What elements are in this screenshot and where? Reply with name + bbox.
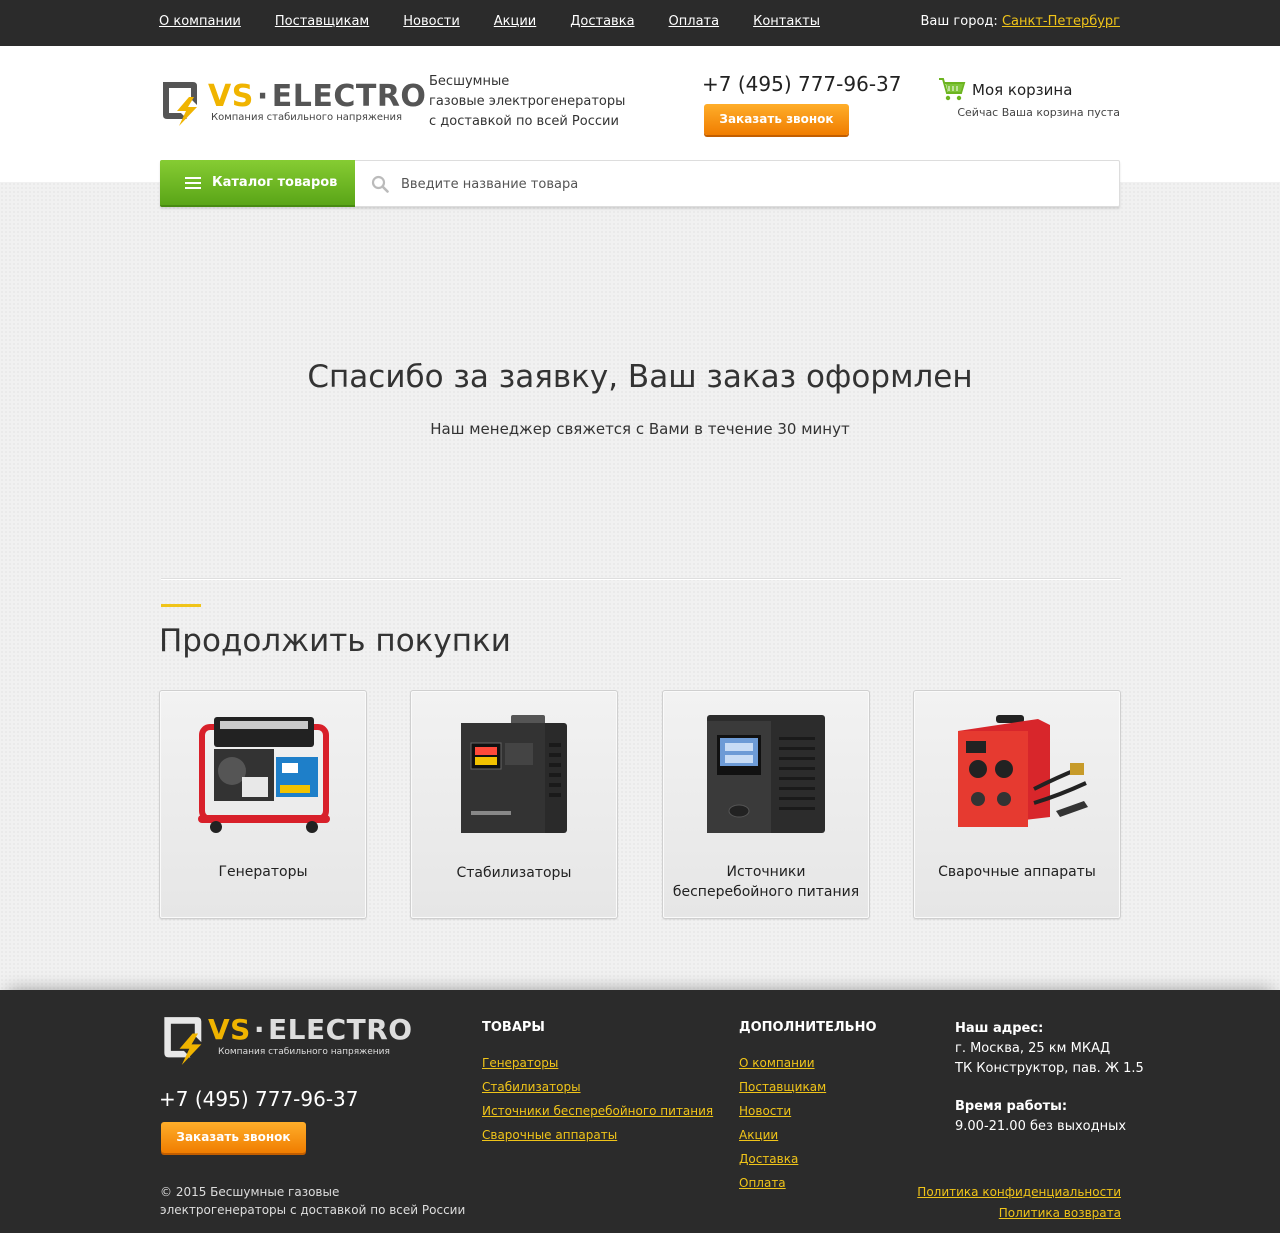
ups-icon (707, 715, 825, 833)
catalog-button-label: Каталог товаров (212, 175, 338, 190)
city-link[interactable]: Санкт-Петербург (1002, 14, 1120, 29)
callback-button[interactable]: Заказать звонок (704, 104, 849, 135)
category-card-label: Источники бесперебойного питания (672, 864, 860, 900)
footer-link-welding[interactable]: Сварочные аппараты (482, 1123, 713, 1147)
category-card-label: Сварочные аппараты (938, 864, 1096, 880)
category-card-label: Стабилизаторы (456, 865, 572, 881)
address-line: ТК Конструктор, пав. Ж 1.5 (955, 1061, 1144, 1076)
logo-mark-icon (163, 82, 197, 126)
search-bar: Каталог товаров (160, 160, 1120, 207)
hours-value: 9.00-21.00 без выходных (955, 1119, 1127, 1134)
welding-machine-icon (958, 715, 1088, 827)
top-navigation: О компании Поставщикам Новости Акции Дос… (159, 14, 854, 32)
continue-shopping-title: Продолжить покупки (159, 623, 511, 659)
cart-title[interactable]: Моя корзина (972, 80, 1072, 100)
stabilizer-icon (461, 715, 567, 833)
category-card-stabilizers[interactable]: Стабилизаторы (410, 690, 618, 919)
address-label: Наш адрес: (955, 1021, 1044, 1036)
cart-status: Сейчас Ваша корзина пуста (957, 106, 1120, 119)
nav-link-promotions[interactable]: Акции (494, 14, 537, 32)
city-selector: Ваш город: Санкт-Петербург (921, 14, 1120, 30)
footer-link-news[interactable]: Новости (739, 1099, 826, 1123)
cart-icon[interactable] (938, 76, 966, 102)
header-phone[interactable]: +7 (495) 777-96-37 (702, 71, 901, 97)
footer-link-promotions[interactable]: Акции (739, 1123, 826, 1147)
copyright: © 2015 Бесшумные газовые электрогенерато… (160, 1185, 466, 1217)
header-tagline: Бесшумные газовые электрогенераторы с до… (429, 74, 626, 129)
confirmation-title: Спасибо за заявку, Ваш заказ оформлен (307, 359, 973, 395)
generator-icon (198, 717, 330, 833)
logo-tagline: Компания стабильного напряжения (211, 112, 403, 123)
section-accent-line (161, 604, 201, 607)
footer-callback-button[interactable]: Заказать звонок (161, 1122, 306, 1153)
footer-link-ups[interactable]: Источники бесперебойного питания (482, 1099, 713, 1123)
category-card-label: Генераторы (218, 864, 308, 880)
footer-link-generators[interactable]: Генераторы (482, 1051, 713, 1075)
footer-logo-tagline: Компания стабильного напряжения (218, 1047, 390, 1057)
section-divider (161, 578, 1121, 580)
hours-label: Время работы: (955, 1099, 1068, 1114)
footer-link-payment[interactable]: Оплата (739, 1171, 826, 1195)
nav-link-payment[interactable]: Оплата (669, 14, 720, 32)
return-policy-link[interactable]: Политика возврата (917, 1203, 1121, 1224)
footer-link-stabilizers[interactable]: Стабилизаторы (482, 1075, 713, 1099)
footer-logo-wordmark: VS · ELECTRO (208, 1013, 413, 1046)
footer-extra-title: ДОПОЛНИТЕЛЬНО (739, 1020, 877, 1035)
footer-policies: Политика конфиденциальности Политика воз… (917, 1182, 1121, 1224)
nav-link-contacts[interactable]: Контакты (753, 14, 820, 32)
search-input[interactable] (401, 169, 1101, 199)
footer-goods-links: Генераторы Стабилизаторы Источники беспе… (482, 1051, 713, 1147)
confirmation-subtitle: Наш менеджер свяжется с Вами в течение 3… (430, 420, 850, 438)
search-icon (371, 175, 389, 193)
logo-mark-icon (164, 1017, 202, 1065)
footer-extra-links: О компании Поставщикам Новости Акции Дос… (739, 1051, 826, 1195)
category-card-welding[interactable]: Сварочные аппараты (913, 690, 1121, 919)
catalog-button[interactable]: Каталог товаров (160, 160, 355, 207)
city-label: Ваш город: (920, 14, 998, 29)
footer-goods-title: ТОВАРЫ (482, 1020, 545, 1035)
logo-wordmark: VS · ELECTRO (208, 79, 427, 114)
footer-link-about[interactable]: О компании (739, 1051, 826, 1075)
footer-link-suppliers[interactable]: Поставщикам (739, 1075, 826, 1099)
footer: VS · ELECTRO Компания стабильного напряжен… (0, 990, 1280, 1233)
address-line: г. Москва, 25 км МКАД (955, 1041, 1111, 1056)
category-card-generators[interactable]: Генераторы (159, 690, 367, 919)
nav-link-suppliers[interactable]: Поставщикам (275, 14, 369, 32)
footer-contact-info: Наш адрес: г. Москва, 25 км МКАД ТК Конс… (955, 1019, 1144, 1137)
privacy-policy-link[interactable]: Политика конфиденциальности (917, 1182, 1121, 1203)
footer-logo[interactable]: VS · ELECTRO Компания стабильного напряжен… (160, 1012, 412, 1068)
logo[interactable]: VS · ELECTRO Компания стабильного напряжен… (159, 79, 426, 127)
footer-link-delivery[interactable]: Доставка (739, 1147, 826, 1171)
menu-icon (185, 177, 201, 189)
nav-link-delivery[interactable]: Доставка (570, 14, 634, 32)
top-bar: О компании Поставщикам Новости Акции Дос… (0, 0, 1280, 46)
nav-link-about[interactable]: О компании (159, 14, 241, 32)
nav-link-news[interactable]: Новости (403, 14, 460, 32)
category-card-ups[interactable]: Источники бесперебойного питания (662, 690, 870, 919)
footer-phone[interactable]: +7 (495) 777-96-37 (159, 1086, 358, 1112)
